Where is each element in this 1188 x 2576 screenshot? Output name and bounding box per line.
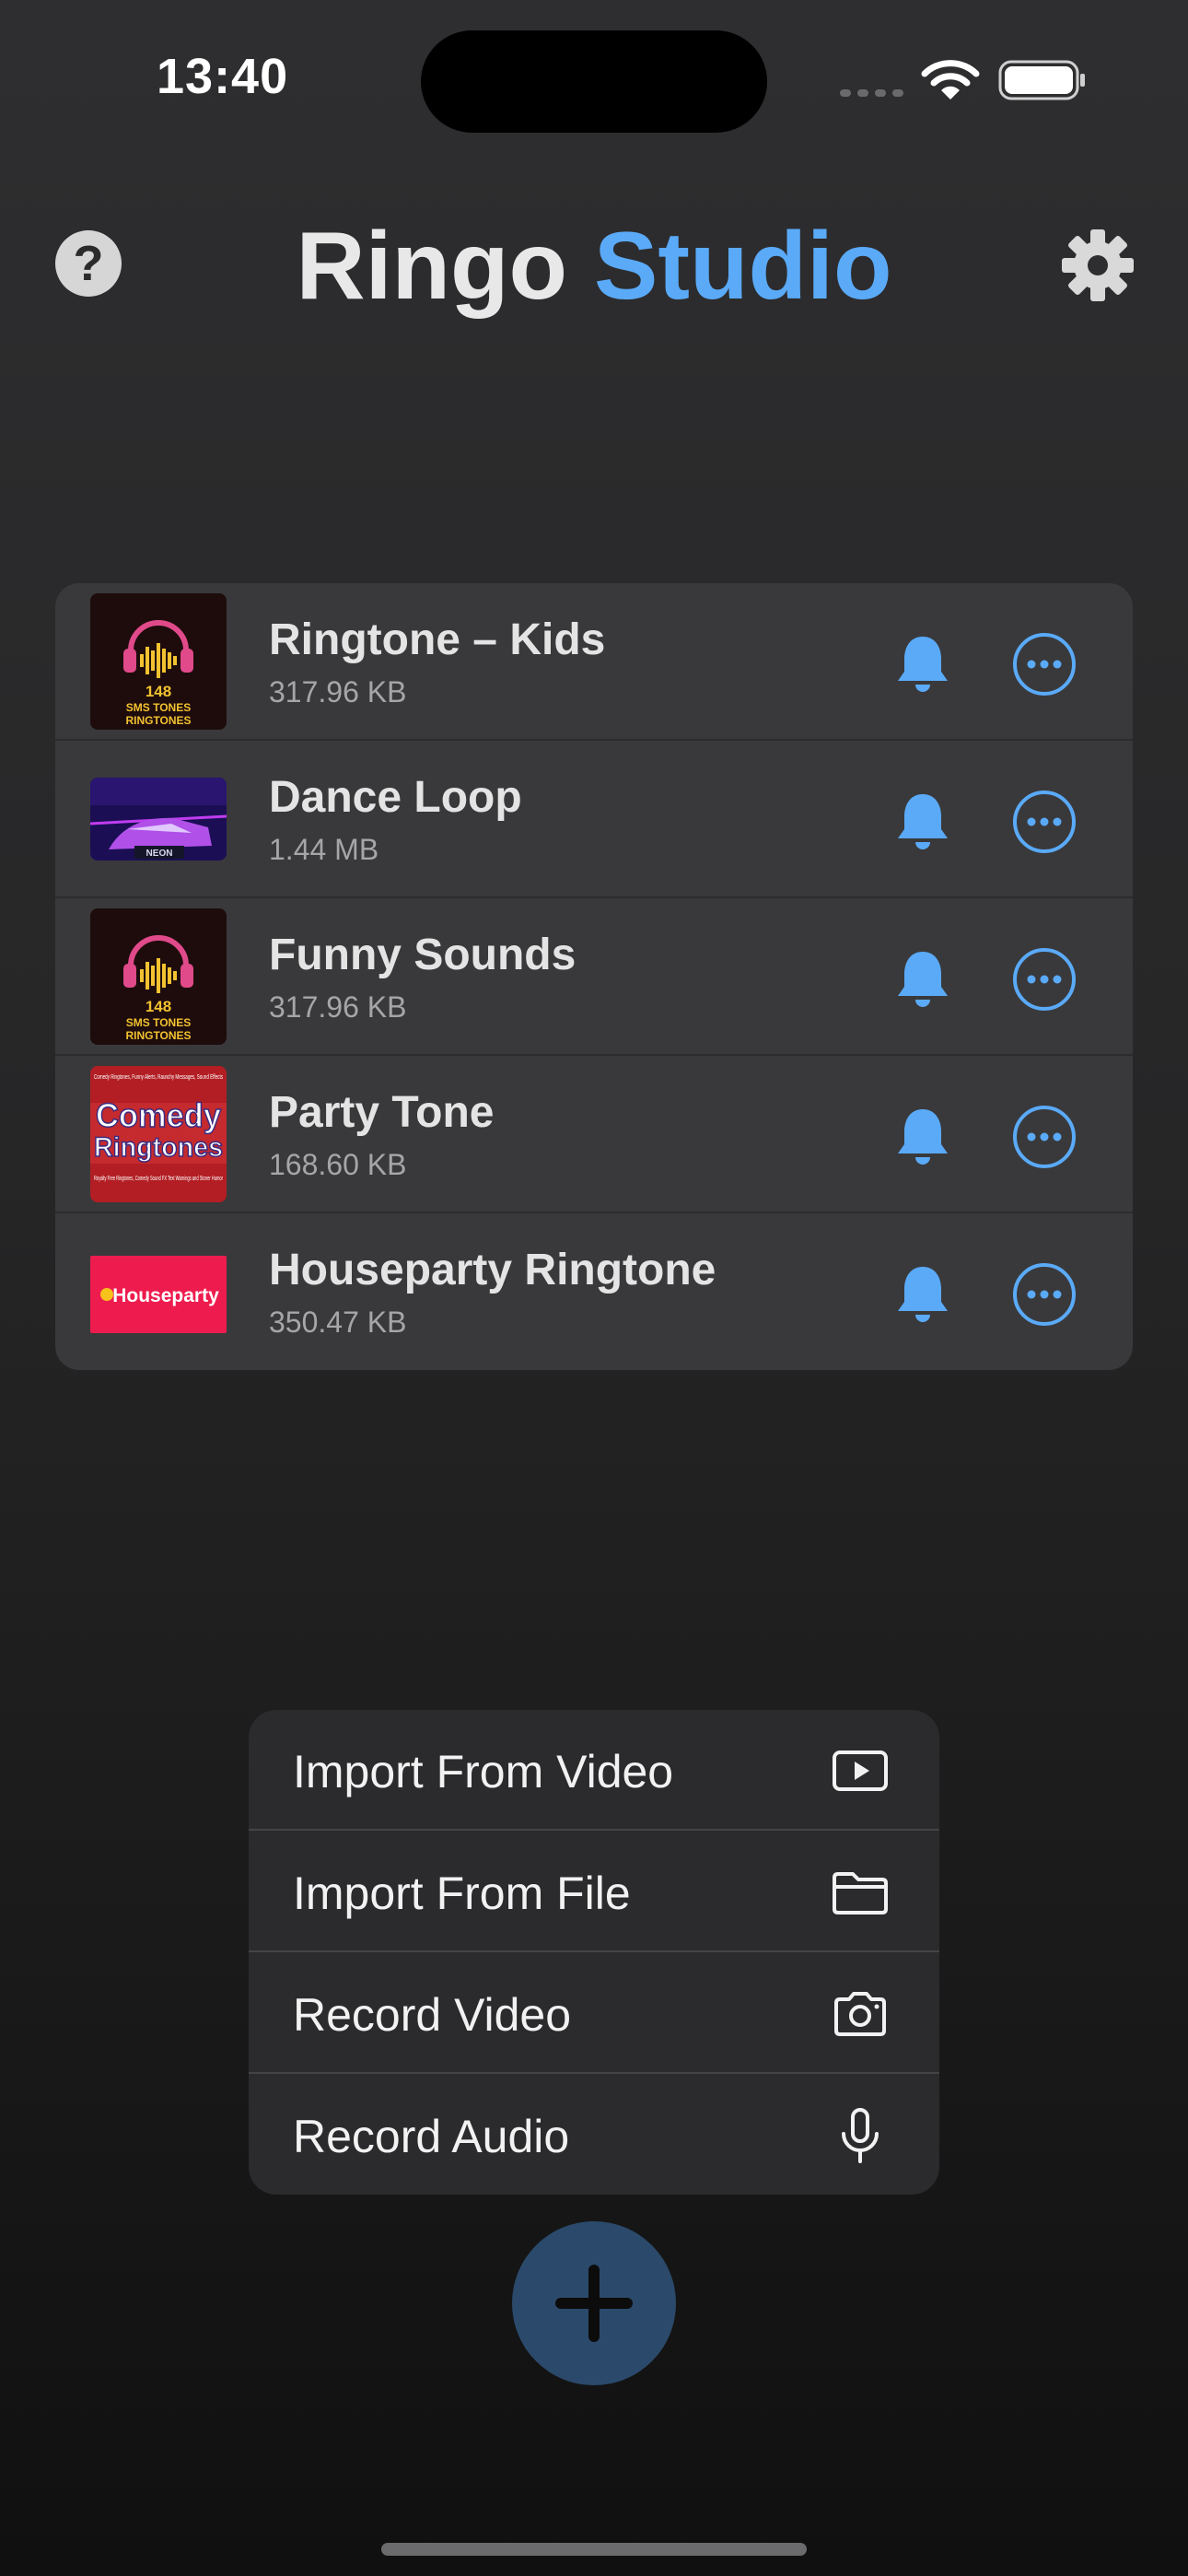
thumb-number: 148 <box>146 683 171 700</box>
thumb-houseparty: Houseparty <box>112 1285 219 1306</box>
track-title: Houseparty Ringtone <box>269 1246 716 1294</box>
track-artwork: Comedy Ringtones, Funny Alerts, Raunchy … <box>90 1066 227 1202</box>
wifi-icon <box>921 60 980 100</box>
track-size: 1.44 MB <box>269 833 379 866</box>
list-item[interactable]: 148 SMS TONES RINGTONES Funny Sounds 317… <box>55 898 1133 1056</box>
menu-item-label: Import From File <box>293 1868 631 1919</box>
folder-icon <box>833 1872 888 1914</box>
menu-item-label: Import From Video <box>293 1746 674 1797</box>
thumb-line: RINGTONES <box>125 714 191 727</box>
thumb-caption: Comedy Ringtones, Funny Alerts, Raunchy … <box>94 1074 223 1081</box>
menu-item-import-file[interactable]: Import From File <box>249 1832 939 1952</box>
menu-item-import-video[interactable]: Import From Video <box>249 1710 939 1831</box>
battery-icon <box>998 60 1085 100</box>
thumb-caption: Royalty Free Ringtones, Comedy Sound FX … <box>94 1176 223 1182</box>
status-time: 13:40 <box>157 49 289 104</box>
list-item[interactable]: 148 SMS TONES RINGTONES Ringtone – Kids … <box>55 583 1133 741</box>
track-title: Ringtone – Kids <box>269 615 606 664</box>
title-studio: Studio <box>594 213 892 320</box>
menu-divider <box>249 2072 939 2074</box>
thumb-neon-text: NEON <box>146 849 173 859</box>
track-size: 350.47 KB <box>269 1306 407 1339</box>
app-title: Ringo Studio <box>0 212 1188 322</box>
plus-icon <box>555 2265 633 2342</box>
menu-item-record-video[interactable]: Record Video <box>249 1953 939 2074</box>
track-artwork: 148 SMS TONES RINGTONES <box>90 908 227 1045</box>
track-size: 317.96 KB <box>269 675 407 708</box>
play-rectangle-icon <box>833 1751 888 1791</box>
more-options-icon[interactable] <box>1011 631 1077 697</box>
track-size: 317.96 KB <box>269 990 407 1024</box>
menu-item-label: Record Audio <box>293 2111 570 2162</box>
track-title: Dance Loop <box>269 773 522 822</box>
thumb-line: RINGTONES <box>125 1029 191 1042</box>
camera-icon <box>834 1992 886 2036</box>
add-menu: Import From Video Import From File Recor… <box>249 1710 939 2195</box>
ringtone-list: 148 SMS TONES RINGTONES Ringtone – Kids … <box>55 583 1133 1370</box>
track-artwork: NEON <box>90 778 227 861</box>
list-item[interactable]: NEON Dance Loop 1.44 MB <box>55 741 1133 898</box>
cellular-signal-icon <box>840 89 903 97</box>
menu-item-record-audio[interactable]: Record Audio <box>249 2075 939 2195</box>
more-options-icon[interactable] <box>1011 1104 1077 1170</box>
thumb-title: Comedy <box>96 1096 221 1134</box>
bell-icon[interactable] <box>893 633 952 696</box>
thumb-title: Ringtones <box>94 1132 223 1163</box>
home-indicator[interactable] <box>381 2543 807 2556</box>
thumb-number: 148 <box>146 998 171 1015</box>
track-title: Party Tone <box>269 1088 495 1137</box>
bell-icon[interactable] <box>893 1263 952 1326</box>
thumb-line: SMS TONES <box>126 1016 191 1029</box>
track-artwork: 148 SMS TONES RINGTONES <box>90 593 227 730</box>
menu-divider <box>249 1829 939 1831</box>
menu-divider <box>249 1950 939 1952</box>
bell-icon[interactable] <box>893 790 952 853</box>
add-button[interactable] <box>512 2221 676 2385</box>
bell-icon[interactable] <box>893 1106 952 1168</box>
list-item[interactable]: Houseparty Houseparty Ringtone 350.47 KB <box>55 1213 1133 1370</box>
more-options-icon[interactable] <box>1011 789 1077 855</box>
settings-gear-icon[interactable] <box>1061 228 1135 302</box>
track-size: 168.60 KB <box>269 1148 407 1181</box>
thumb-line: SMS TONES <box>126 701 191 714</box>
bell-icon[interactable] <box>893 948 952 1011</box>
track-title: Funny Sounds <box>269 931 577 979</box>
list-item[interactable]: Comedy Ringtones, Funny Alerts, Raunchy … <box>55 1056 1133 1213</box>
microphone-icon <box>842 2108 879 2163</box>
track-artwork: Houseparty <box>90 1256 227 1333</box>
more-options-icon[interactable] <box>1011 1261 1077 1328</box>
title-ringo: Ringo <box>296 213 568 320</box>
dynamic-island <box>421 30 767 133</box>
menu-item-label: Record Video <box>293 1989 572 2041</box>
more-options-icon[interactable] <box>1011 946 1077 1013</box>
